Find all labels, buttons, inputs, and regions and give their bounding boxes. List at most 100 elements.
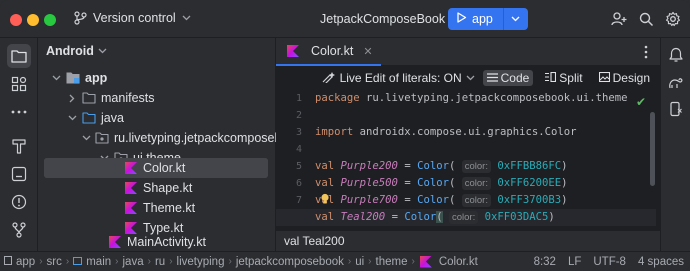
tab-color-kt[interactable]: Color.kt ✕: [276, 38, 381, 66]
breadcrumb-item[interactable]: ui: [355, 256, 364, 268]
notifications-bell-icon[interactable]: [667, 46, 685, 64]
breadcrumb-item[interactable]: java: [123, 256, 144, 268]
tree-item-label: app: [85, 71, 108, 85]
chevron-down-icon[interactable]: [82, 135, 91, 141]
editor-scrollbar[interactable]: [650, 112, 655, 186]
version-control-icon: [74, 11, 87, 25]
run-config-label: app: [472, 12, 493, 26]
chevron-right-icon: ›: [228, 256, 232, 267]
line-number: 5: [295, 161, 302, 172]
run-config-dropdown[interactable]: [504, 8, 528, 30]
build-hammer-icon[interactable]: [7, 134, 31, 158]
live-edit-toggle[interactable]: Live Edit of literals: ON: [322, 71, 475, 86]
project-folder-icon[interactable]: [7, 44, 31, 68]
no-problems-check-icon[interactable]: ✔: [636, 95, 646, 109]
line-separator[interactable]: LF: [568, 256, 581, 268]
line-number: 6: [295, 178, 302, 189]
breadcrumb-item[interactable]: Color.kt: [439, 256, 478, 268]
chevron-right-icon: ›: [169, 256, 173, 267]
project-panel: Android app manifests java ru.livetyping…: [38, 38, 302, 252]
live-edit-label: Live Edit of literals: ON: [339, 71, 462, 85]
tree-item-app[interactable]: app: [44, 68, 268, 88]
file-encoding[interactable]: UTF-8: [593, 256, 626, 268]
breadcrumb-item[interactable]: jetpackcomposebook: [236, 256, 344, 268]
code-area[interactable]: package ru.livetyping.jetpackcomposebook…: [276, 90, 656, 226]
kotlin-file-icon: [286, 44, 300, 58]
breadcrumb-item[interactable]: src: [47, 256, 62, 268]
project-title[interactable]: JetpackComposeBook: [320, 12, 445, 26]
chevron-right-icon: ›: [147, 256, 151, 267]
kotlin-file-icon: [124, 201, 138, 215]
tree-item-java[interactable]: java: [44, 108, 268, 128]
device-manager-icon[interactable]: [667, 100, 685, 118]
parameter-hint: color:: [461, 160, 491, 173]
version-control-menu[interactable]: Version control: [74, 11, 191, 25]
source-folder-icon: [82, 111, 96, 125]
play-icon: [456, 12, 467, 26]
chevron-down-icon: [182, 15, 191, 21]
tree-item-label: ru.livetyping.jetpackcomposebook: [114, 131, 302, 145]
chevron-right-icon[interactable]: [66, 94, 78, 103]
kotlin-file-icon: [419, 255, 433, 269]
tree-item-manifests[interactable]: manifests: [44, 88, 268, 108]
module-folder-icon: [66, 71, 80, 85]
maximize-window-button[interactable]: [44, 14, 56, 26]
problems-icon[interactable]: [7, 190, 31, 214]
chevron-down-icon: [466, 75, 475, 81]
caret-position[interactable]: 8:32: [534, 256, 556, 268]
tree-item-color-kt[interactable]: Color.kt: [44, 158, 268, 178]
lightbulb-icon[interactable]: [320, 193, 330, 208]
split-mode-label: Split: [559, 71, 583, 85]
code-mode-button[interactable]: Code: [482, 70, 534, 86]
editor-tabs: Color.kt ✕: [276, 38, 660, 66]
tree-item-mainactivity-kt[interactable]: MainActivity.kt: [44, 232, 268, 252]
search-icon[interactable]: [637, 10, 655, 28]
code-line[interactable]: package ru.livetyping.jetpackcomposebook…: [315, 90, 655, 107]
breadcrumb-item[interactable]: ru: [155, 256, 165, 268]
chevron-down-icon: [511, 16, 520, 22]
kotlin-file-icon: [124, 181, 138, 195]
close-icon[interactable]: ✕: [363, 45, 372, 58]
tree-item-package[interactable]: ru.livetyping.jetpackcomposebook: [44, 128, 302, 148]
chevron-right-icon: ›: [65, 256, 70, 267]
tab-label: Color.kt: [311, 44, 354, 58]
code-line-current[interactable]: val Teal200 = Color( color: 0xFF03DAC5): [276, 209, 656, 226]
tree-item-shape-kt[interactable]: Shape.kt: [44, 178, 268, 198]
more-icon[interactable]: [7, 100, 31, 124]
tree-item-label: MainActivity.kt: [127, 235, 206, 249]
chevron-down-icon[interactable]: [50, 75, 62, 81]
breadcrumb-item[interactable]: app: [16, 256, 35, 268]
terminal-icon[interactable]: [7, 162, 31, 186]
ide-window: Version control JetpackComposeBook app A…: [0, 0, 690, 271]
title-bar: Version control JetpackComposeBook app: [0, 0, 690, 38]
code-line[interactable]: val Purple500 = Color( color: 0xFF6200EE…: [315, 175, 655, 192]
code-line[interactable]: import androidx.compose.ui.graphics.Colo…: [315, 124, 655, 141]
git-branch-icon[interactable]: [7, 218, 31, 242]
run-config-button[interactable]: app: [448, 8, 504, 30]
indent-setting[interactable]: 4 spaces: [638, 256, 684, 268]
more-vertical-icon[interactable]: [644, 45, 648, 62]
minimize-window-button[interactable]: [27, 14, 39, 26]
breadcrumb-item[interactable]: main: [86, 256, 111, 268]
code-line[interactable]: val Purple200 = Color( color: 0xFFBB86FC…: [315, 158, 655, 175]
breadcrumb-item[interactable]: theme: [376, 256, 408, 268]
close-window-button[interactable]: [10, 14, 22, 26]
chevron-right-icon: ›: [368, 256, 372, 267]
parameter-hint: color:: [461, 194, 491, 207]
structure-icon[interactable]: [7, 72, 31, 96]
tree-item-label: Color.kt: [143, 161, 186, 175]
add-user-icon[interactable]: [610, 10, 628, 28]
split-mode-button[interactable]: Split: [541, 70, 586, 86]
line-number: 3: [295, 127, 302, 138]
tree-item-theme-kt[interactable]: Theme.kt: [44, 198, 268, 218]
breadcrumb-item[interactable]: livetyping: [177, 256, 225, 268]
chevron-down-icon[interactable]: [66, 115, 78, 121]
editor-context-label[interactable]: val Teal200: [284, 234, 345, 248]
project-view-selector[interactable]: Android: [46, 44, 107, 58]
code-line[interactable]: val Purple700 = Color( color: 0xFF3700B3…: [315, 192, 655, 209]
line-number: 2: [295, 110, 302, 121]
project-view-label: Android: [46, 44, 94, 58]
gear-icon[interactable]: [664, 10, 682, 28]
design-mode-button[interactable]: Design: [595, 70, 654, 86]
gradle-icon[interactable]: [667, 74, 685, 92]
